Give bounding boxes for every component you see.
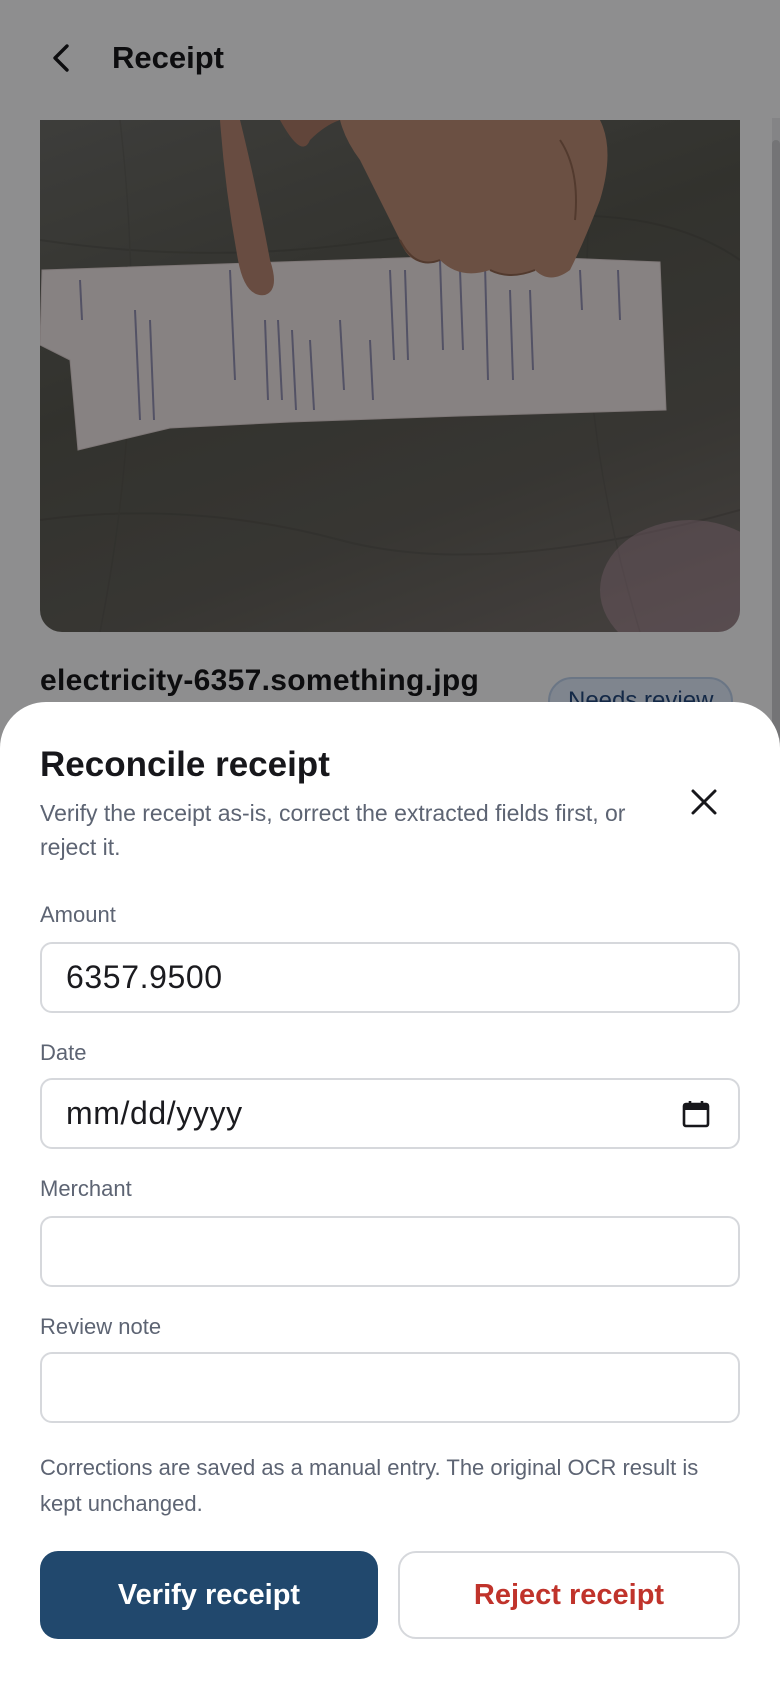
merchant-input[interactable] — [66, 1218, 666, 1285]
amount-input[interactable] — [66, 944, 666, 1011]
sheet-title: Reconcile receipt — [40, 745, 330, 784]
reconcile-sheet: Reconcile receipt Verify the receipt as-… — [0, 702, 780, 1688]
amount-field[interactable] — [40, 942, 740, 1013]
merchant-label: Merchant — [40, 1176, 132, 1201]
verify-receipt-button[interactable]: Verify receipt — [40, 1551, 378, 1639]
calendar-icon[interactable] — [682, 1100, 710, 1128]
review-note-input[interactable] — [66, 1354, 666, 1421]
close-icon — [691, 789, 717, 815]
reject-receipt-button[interactable]: Reject receipt — [398, 1551, 740, 1639]
review-note-label: Review note — [40, 1314, 162, 1339]
amount-label: Amount — [40, 902, 116, 927]
review-note-field[interactable] — [40, 1352, 740, 1423]
close-button[interactable] — [682, 780, 726, 824]
merchant-field[interactable] — [40, 1216, 740, 1287]
sheet-description: Verify the receipt as-is, correct the ex… — [40, 800, 626, 860]
date-input[interactable] — [66, 1080, 666, 1147]
corrections-note: Corrections are saved as a manual entry.… — [40, 1455, 699, 1516]
date-field[interactable] — [40, 1078, 740, 1149]
date-label: Date — [40, 1040, 87, 1065]
